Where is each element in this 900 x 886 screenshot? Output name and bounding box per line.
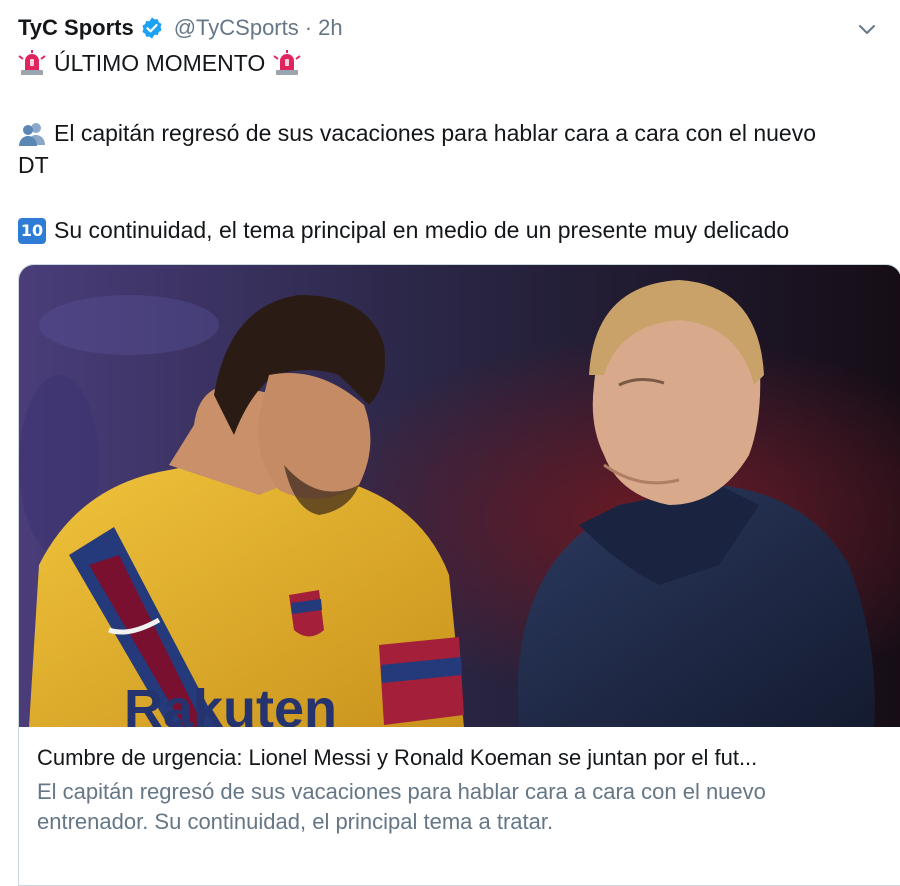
paragraph-1-continuation: DT bbox=[18, 152, 49, 178]
paragraph-1: El capitán regresó de sus vacaciones par… bbox=[18, 118, 816, 148]
display-name[interactable]: TyC Sports bbox=[18, 15, 134, 41]
chevron-down-icon[interactable] bbox=[856, 18, 878, 40]
tweet-header: TyC Sports @TyCSports · 2h bbox=[18, 12, 343, 44]
card-image[interactable]: Rakuten bbox=[19, 265, 900, 727]
card-title[interactable]: Cumbre de urgencia: Lionel Messi y Ronal… bbox=[37, 743, 887, 773]
card-text[interactable]: Cumbre de urgencia: Lionel Messi y Ronal… bbox=[37, 743, 887, 837]
siren-icon bbox=[273, 50, 301, 76]
sponsor-text: Rakuten bbox=[124, 679, 337, 727]
verified-badge-icon bbox=[140, 16, 164, 40]
link-card[interactable]: Rakuten Cumbre de urgencia: Lionel Messi… bbox=[18, 264, 900, 886]
paragraph-2-text: Su continuidad, el tema principal en med… bbox=[54, 217, 790, 243]
card-description-line-2: entrenador. Su continuidad, el principal… bbox=[37, 809, 554, 834]
card-description-line-1: El capitán regresó de sus vacaciones par… bbox=[37, 779, 766, 804]
paragraph-1-text: El capitán regresó de sus vacaciones par… bbox=[54, 120, 817, 146]
timestamp[interactable]: 2h bbox=[318, 15, 342, 41]
siren-icon bbox=[18, 50, 46, 76]
keycap-ten-icon: 10 bbox=[18, 218, 46, 244]
headline-line: ÚLTIMO MOMENTO bbox=[18, 48, 301, 78]
user-handle[interactable]: @TyCSports bbox=[174, 15, 299, 41]
people-icon bbox=[18, 120, 46, 146]
paragraph-2: 10 Su continuidad, el tema principal en m… bbox=[18, 215, 789, 245]
headline-text: ÚLTIMO MOMENTO bbox=[54, 50, 266, 76]
tweet[interactable]: TyC Sports @TyCSports · 2h ÚLTIMO MOMENT… bbox=[0, 0, 900, 886]
card-description: El capitán regresó de sus vacaciones par… bbox=[37, 777, 887, 837]
separator-dot: · bbox=[304, 15, 313, 40]
